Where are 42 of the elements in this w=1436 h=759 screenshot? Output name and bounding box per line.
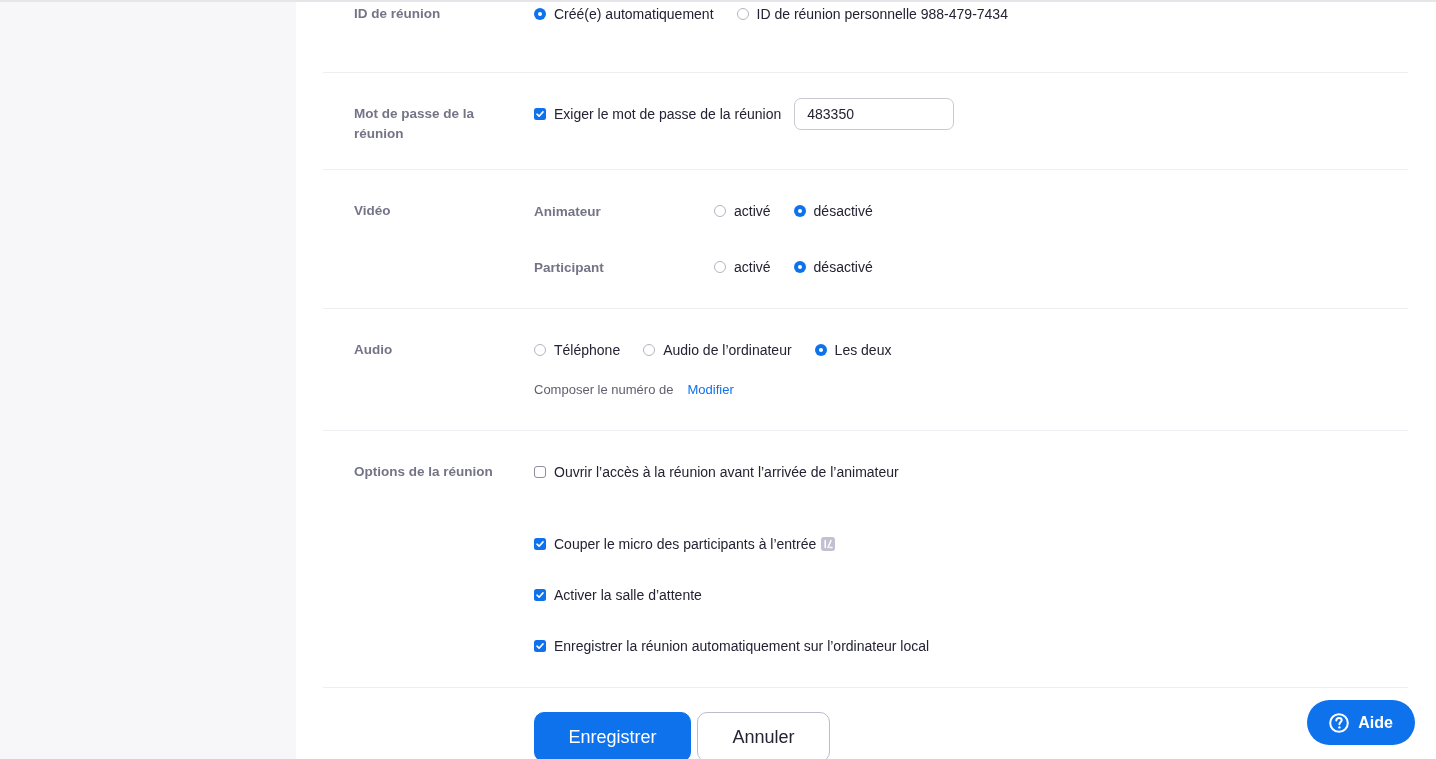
radio-button[interactable] <box>714 261 726 273</box>
section-label: Audio <box>353 341 394 359</box>
save-button[interactable]: Enregistrer <box>534 712 691 759</box>
section-label: ID de réunion <box>353 5 442 23</box>
radio-button[interactable] <box>643 344 656 356</box>
radio-label: Les deux <box>834 341 892 360</box>
checkbox[interactable] <box>534 466 546 478</box>
radio-button[interactable] <box>793 261 806 273</box>
cancel-button[interactable]: Annuler <box>697 712 830 759</box>
checkbox[interactable] <box>534 538 546 550</box>
radio-label: Créé(e) automatiquement <box>554 5 714 24</box>
checkbox[interactable] <box>534 589 546 601</box>
radio-button[interactable] <box>814 344 827 356</box>
radio-button[interactable] <box>534 8 546 20</box>
radio-label: Audio de l’ordinateur <box>663 341 792 360</box>
checkbox[interactable] <box>534 640 546 652</box>
checkbox-label: Couper le micro des participants à l’entrée <box>554 535 817 554</box>
radio-label: Téléphone <box>554 341 621 360</box>
checkbox-label: Ouvrir l’accès à la réunion avant l’arrivée de l’animateur <box>554 463 899 482</box>
checkbox-label: Activer la salle d’attente <box>554 586 702 605</box>
section-label: Options de la réunion <box>353 463 494 481</box>
row-label: Participant <box>534 259 605 275</box>
modify-link[interactable]: Modifier <box>687 381 734 397</box>
radio-button[interactable] <box>534 344 546 356</box>
radio-label: désactivé <box>813 258 873 277</box>
help-icon <box>1329 712 1350 733</box>
section-label: Vidéo <box>353 202 392 220</box>
section-label: Mot de passe de la réunion <box>353 105 476 143</box>
radio-button[interactable] <box>793 205 806 217</box>
radio-button[interactable] <box>736 8 749 20</box>
help-button[interactable]: Aide <box>1307 700 1415 745</box>
radio-button[interactable] <box>714 205 726 217</box>
radio-label: ID de réunion personnelle 988-479-7434 <box>756 5 1008 24</box>
radio-label: activé <box>734 258 771 277</box>
password-field[interactable]: 483350 <box>794 98 955 130</box>
radio-label: activé <box>734 202 771 221</box>
radio-label: désactivé <box>813 202 873 221</box>
checkbox[interactable] <box>534 108 546 120</box>
row-label: Animateur <box>534 203 602 219</box>
checkbox-label: Exiger le mot de passe de la réunion <box>554 105 782 124</box>
note-text: Composer le numéro de <box>534 381 674 397</box>
checkbox-label: Enregistrer la réunion automatiquement sur l’ordinateur local <box>554 637 930 656</box>
